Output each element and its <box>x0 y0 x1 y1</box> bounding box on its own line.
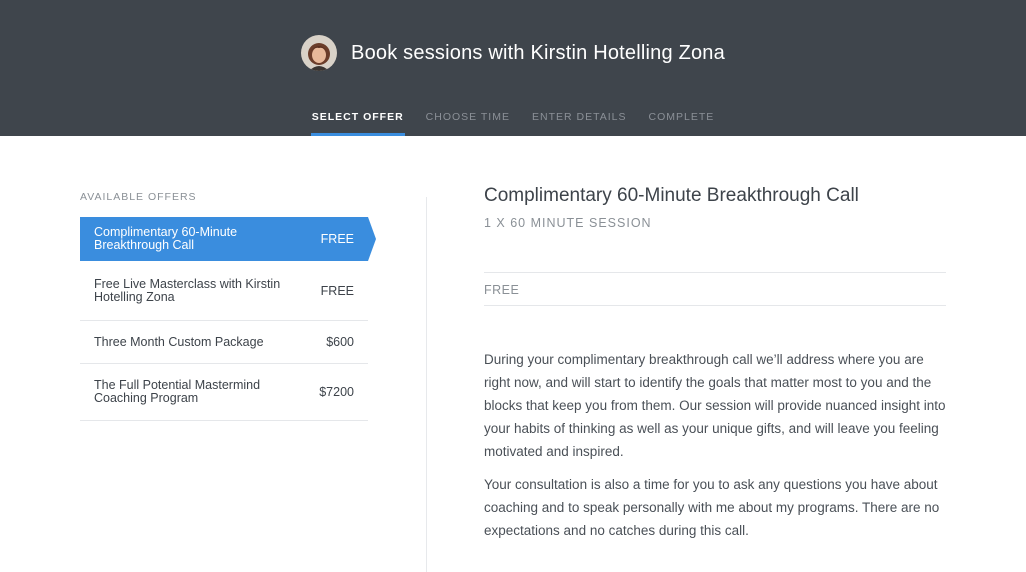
page-title: Book sessions with Kirstin Hotelling Zon… <box>351 41 725 64</box>
title-row: Book sessions with Kirstin Hotelling Zon… <box>0 34 1026 72</box>
offer-name: Free Live Masterclass with Kirstin Hotel… <box>94 276 281 304</box>
offer-price: $600 <box>326 335 354 349</box>
avatar <box>301 35 338 71</box>
offer-detail-title: Complimentary 60-Minute Breakthrough Cal… <box>484 185 859 206</box>
page-header: Book sessions with Kirstin Hotelling Zon… <box>0 0 1026 136</box>
step-choose-time[interactable]: CHOOSE TIME <box>425 110 511 136</box>
step-enter-details[interactable]: ENTER DETAILS <box>531 110 628 136</box>
offer-name: Three Month Custom Package <box>94 334 264 349</box>
offer-item-masterclass[interactable]: Free Live Masterclass with Kirstin Hotel… <box>80 261 368 321</box>
column-divider <box>426 197 427 572</box>
step-select-offer[interactable]: SELECT OFFER <box>310 110 405 136</box>
offer-price: FREE <box>320 232 354 246</box>
offer-item-three-month-package[interactable]: Three Month Custom Package $600 <box>80 321 368 364</box>
step-complete[interactable]: COMPLETE <box>647 110 715 136</box>
offer-description: During your complimentary breakthrough c… <box>484 348 946 542</box>
description-paragraph: During your complimentary breakthrough c… <box>484 352 946 459</box>
offer-price: $7200 <box>319 385 354 399</box>
description-paragraph: Your consultation is also a time for you… <box>484 477 940 538</box>
booking-steps: SELECT OFFER CHOOSE TIME ENTER DETAILS C… <box>0 110 1026 136</box>
offer-price: FREE <box>320 283 354 298</box>
offer-detail-price: FREE <box>484 272 946 306</box>
offers-heading: AVAILABLE OFFERS <box>80 191 197 203</box>
offer-item-breakthrough-call[interactable]: Complimentary 60-Minute Breakthrough Cal… <box>80 217 376 261</box>
offer-item-mastermind-program[interactable]: The Full Potential Mastermind Coaching P… <box>80 364 368 421</box>
offer-detail: Complimentary 60-Minute Breakthrough Cal… <box>484 185 946 542</box>
offer-name: The Full Potential Mastermind Coaching P… <box>94 378 261 405</box>
offer-name: Complimentary 60-Minute Breakthrough Cal… <box>94 225 238 252</box>
offer-detail-subtitle: 1 X 60 MINUTE SESSION <box>484 216 652 230</box>
offers-list: Complimentary 60-Minute Breakthrough Cal… <box>80 217 376 421</box>
